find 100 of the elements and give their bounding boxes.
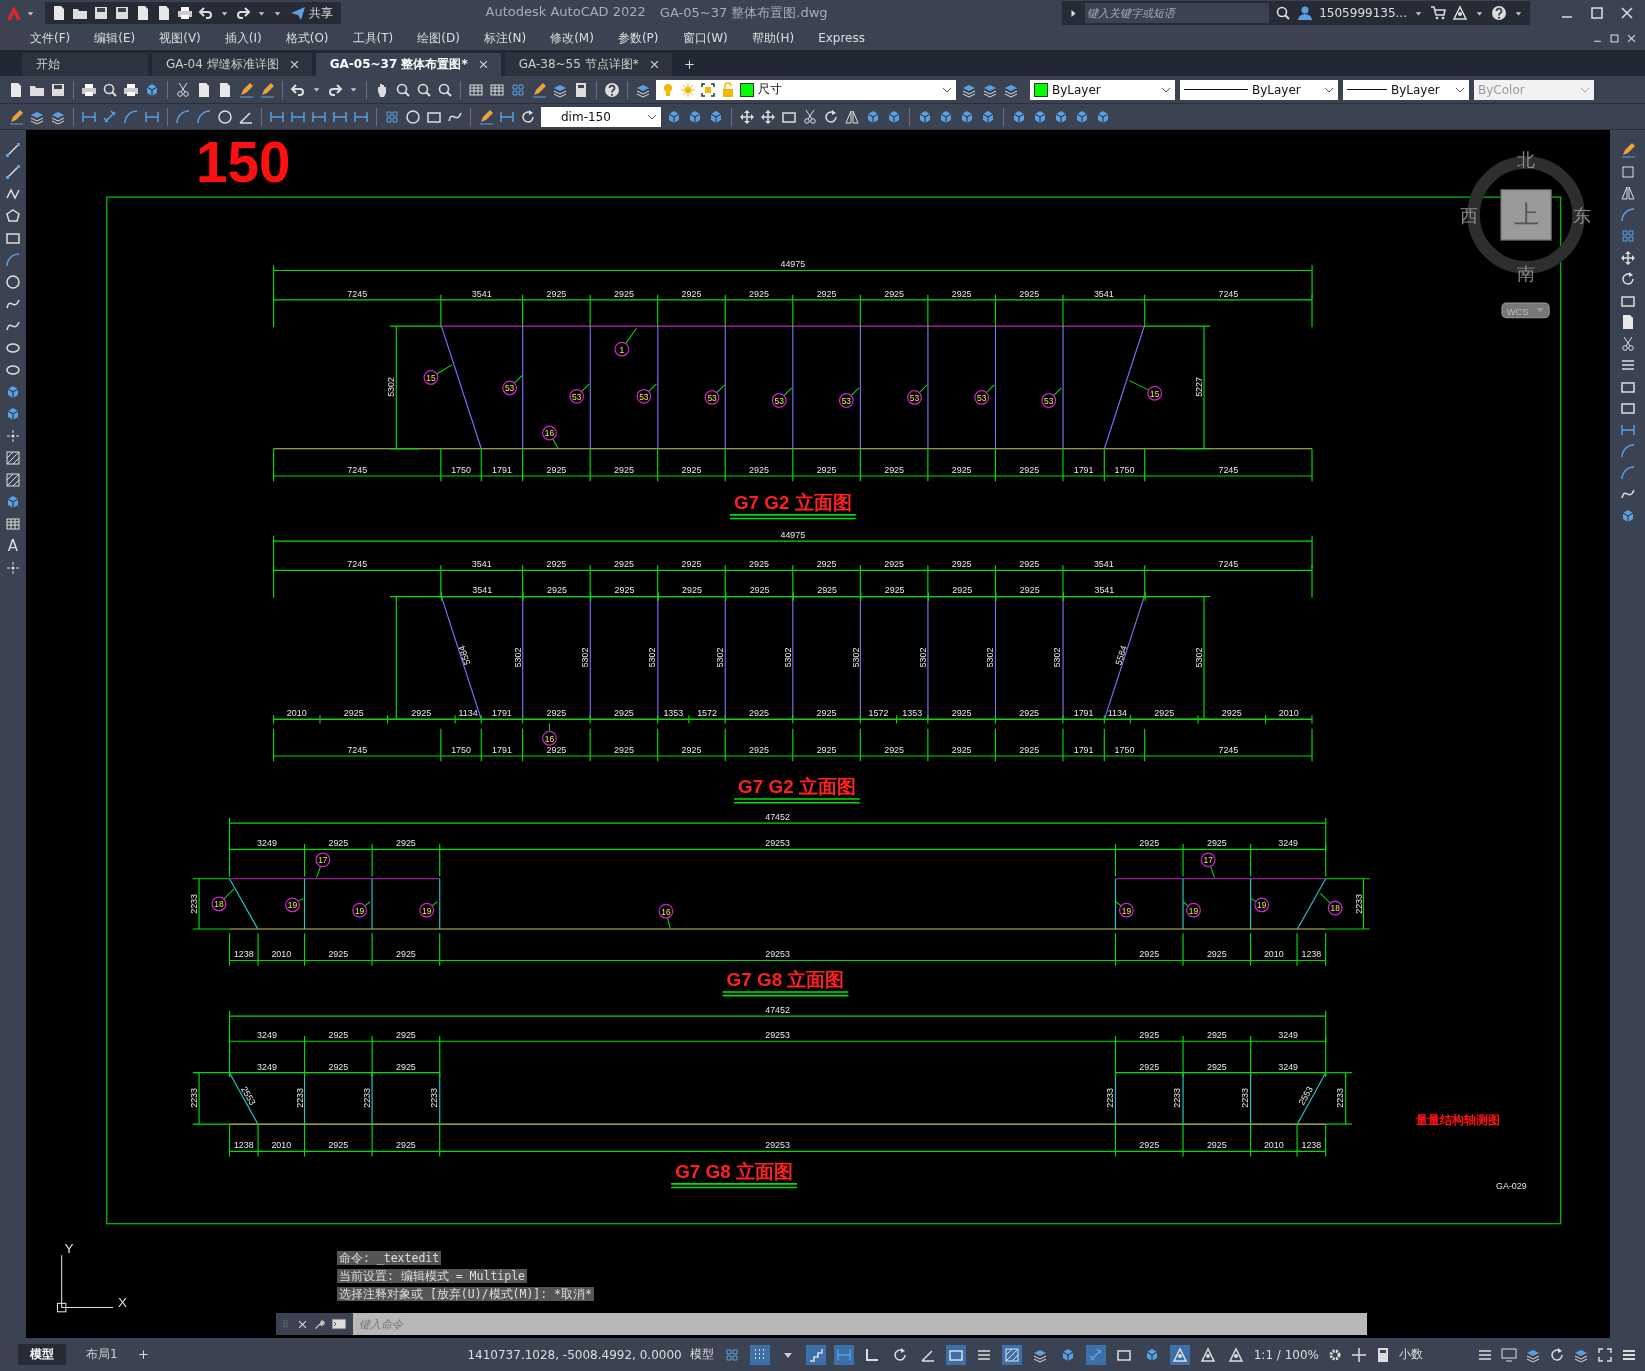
compass-label[interactable]: 东: [1572, 206, 1591, 227]
stairs-icon[interactable]: [805, 1344, 826, 1365]
dimension-style-dropdown[interactable]: dim-150: [541, 106, 661, 127]
compass-label[interactable]: 北: [1517, 149, 1536, 170]
annotation-scale[interactable]: 1:1 / 100%: [1253, 1347, 1319, 1362]
calculator-icon[interactable]: [1375, 1346, 1391, 1363]
cube-icon[interactable]: [1032, 108, 1048, 125]
tab-label[interactable]: GA-05~37 整体布置图*: [329, 56, 468, 73]
pencil-icon[interactable]: [478, 108, 494, 125]
document-icon[interactable]: [135, 5, 151, 21]
document-icon[interactable]: [8, 81, 24, 98]
wrench-icon[interactable]: [314, 1318, 325, 1330]
cart-icon[interactable]: [1430, 5, 1446, 21]
triangle-nodes-icon[interactable]: [1452, 5, 1468, 21]
scissors-icon[interactable]: [1619, 335, 1636, 352]
layer-dropdown[interactable]: 尺寸: [656, 79, 956, 100]
file-tab[interactable]: GA-38~55 节点详图*: [504, 53, 672, 76]
arc-icon[interactable]: [196, 108, 212, 125]
tri-nodes-icon[interactable]: [1169, 1344, 1190, 1365]
table-icon[interactable]: [489, 81, 505, 98]
document-icon[interactable]: [196, 81, 212, 98]
cube-icon[interactable]: [687, 108, 703, 125]
units-dropdown[interactable]: 小数: [1399, 1346, 1469, 1363]
search-field[interactable]: 键入关键字或短语: [1085, 3, 1270, 23]
menu-item[interactable]: 帮助(H): [739, 29, 807, 47]
pencil-icon[interactable]: [259, 81, 275, 98]
monitor-icon[interactable]: [1501, 1346, 1517, 1363]
table-icon[interactable]: [468, 81, 484, 98]
rectangle-icon[interactable]: [5, 230, 21, 246]
menu-item[interactable]: 格式(O): [273, 29, 341, 47]
rectangle-icon[interactable]: [945, 1344, 966, 1365]
rotate-icon[interactable]: [1549, 1346, 1565, 1363]
close-icon[interactable]: [477, 59, 489, 70]
point-icon[interactable]: [5, 428, 21, 444]
menu-item[interactable]: 插入(I): [212, 29, 274, 47]
cube-icon[interactable]: [5, 384, 21, 400]
cube-icon[interactable]: [708, 108, 724, 125]
cube-icon[interactable]: [1074, 108, 1090, 125]
compass-label[interactable]: 南: [1517, 263, 1536, 284]
redo-arrow-icon[interactable]: [235, 5, 251, 21]
close-icon[interactable]: [297, 1318, 308, 1330]
hatch-icon[interactable]: [1001, 1344, 1022, 1365]
menu-item[interactable]: 视图(V): [147, 29, 213, 47]
tab-label[interactable]: 开始: [36, 56, 60, 73]
magnifier-icon[interactable]: [437, 81, 453, 98]
tab-label[interactable]: GA-38~55 节点详图*: [518, 56, 639, 73]
layout-tab[interactable]: 模型: [18, 1344, 66, 1365]
menu-item[interactable]: 工具(T): [340, 29, 406, 47]
close-icon[interactable]: [648, 59, 660, 70]
cube-icon[interactable]: [959, 108, 975, 125]
undo-arrow-icon[interactable]: [290, 81, 306, 98]
rotate-icon[interactable]: [520, 108, 536, 125]
compass-label[interactable]: 西: [1460, 206, 1479, 227]
undo-arrow-icon[interactable]: [198, 5, 214, 21]
hatch-icon[interactable]: [5, 450, 21, 466]
menu-item[interactable]: 绘图(D): [405, 29, 472, 47]
grid-icon[interactable]: [510, 81, 526, 98]
close-icon[interactable]: [1626, 32, 1637, 44]
arc-icon[interactable]: [5, 252, 21, 268]
tab-label[interactable]: GA-04 焊缝标准详图: [166, 56, 279, 73]
circle-icon[interactable]: [5, 274, 21, 290]
close-icon[interactable]: [288, 59, 300, 70]
help-icon[interactable]: [604, 81, 620, 98]
magnifier-icon[interactable]: [395, 81, 411, 98]
magnifier-icon[interactable]: [102, 81, 118, 98]
menu-item[interactable]: 文件(F): [18, 29, 83, 47]
file-tab[interactable]: GA-04 焊缝标准详图: [152, 53, 312, 76]
menu-item[interactable]: 修改(M): [538, 29, 606, 47]
maximize-icon[interactable]: [1589, 5, 1605, 21]
aligned-dimension-icon[interactable]: [1085, 1344, 1106, 1365]
color-dropdown[interactable]: ByLayer: [1030, 79, 1175, 100]
cube-icon[interactable]: [1011, 108, 1027, 125]
model-space-button[interactable]: 模型: [689, 1346, 714, 1363]
lines-icon[interactable]: [1619, 357, 1636, 373]
close-icon[interactable]: [1619, 5, 1635, 21]
cube-icon[interactable]: [1095, 108, 1111, 125]
menu-item[interactable]: 标注(N): [471, 29, 539, 47]
cube-icon[interactable]: [5, 406, 21, 422]
redo-arrow-icon[interactable]: [327, 81, 343, 98]
scissors-icon[interactable]: [802, 108, 818, 125]
polygon-icon[interactable]: [5, 208, 21, 224]
rotate-icon[interactable]: [1619, 271, 1636, 287]
circle-icon[interactable]: [217, 108, 233, 125]
table-icon[interactable]: [5, 516, 21, 532]
layout-tab[interactable]: 布局1: [74, 1344, 130, 1365]
grid-icon[interactable]: [384, 108, 400, 125]
menu-item[interactable]: Express: [806, 31, 877, 45]
user-name[interactable]: 1505999135...: [1319, 6, 1407, 20]
share-button[interactable]: 共享: [288, 4, 335, 22]
person-icon[interactable]: [1297, 5, 1314, 21]
dotted-grid-icon[interactable]: [749, 1344, 770, 1365]
hatch-icon[interactable]: [5, 472, 21, 488]
linetype-dropdown[interactable]: ByLayer: [1180, 79, 1338, 100]
cube-icon[interactable]: [5, 494, 21, 510]
cube-icon[interactable]: [666, 108, 682, 125]
menu-item[interactable]: 编辑(E): [82, 29, 148, 47]
document-icon[interactable]: [51, 5, 67, 21]
pencil-icon[interactable]: [238, 81, 254, 98]
cube-icon[interactable]: [917, 108, 933, 125]
plus-icon[interactable]: [137, 1349, 149, 1360]
